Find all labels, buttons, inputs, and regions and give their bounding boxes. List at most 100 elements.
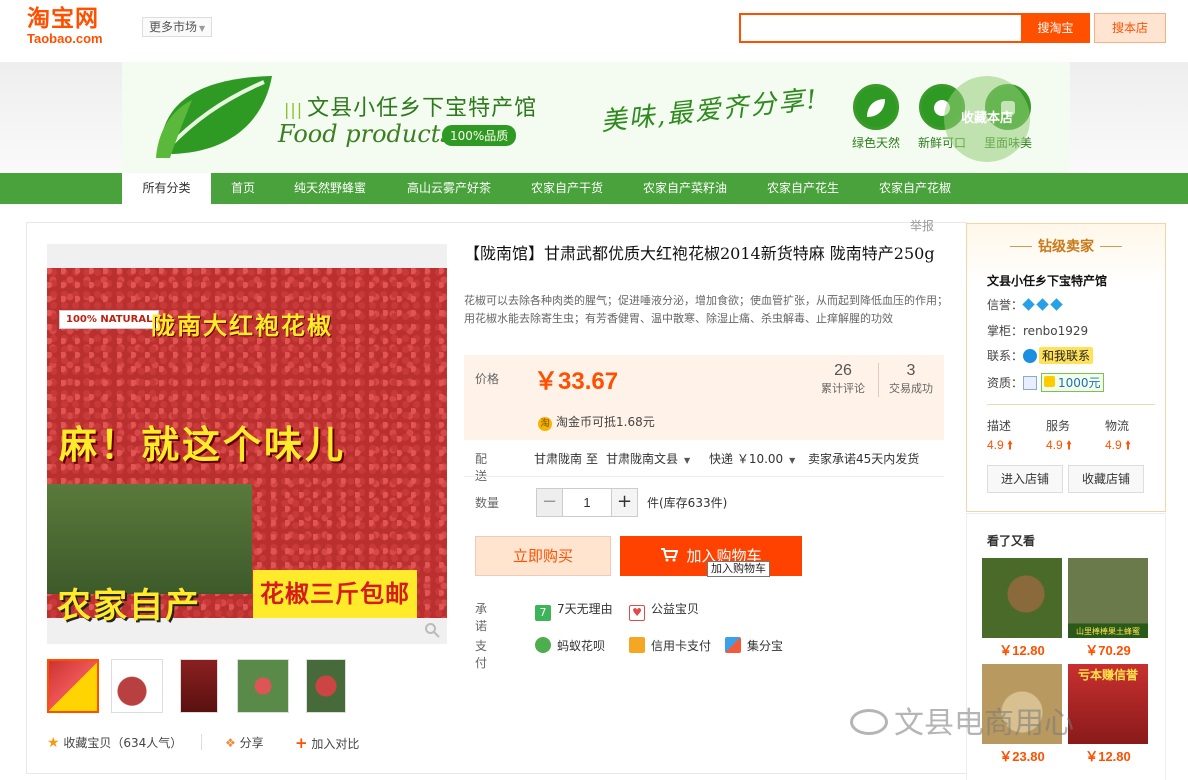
dsr-score-value: 4.9 [987,438,1004,452]
recommended-price: ￥12.80 [999,643,1045,658]
caret-down-icon: ▼ [789,456,796,465]
huabei-icon [535,637,551,653]
cart-icon [660,537,679,562]
thumbnail[interactable] [237,659,289,713]
more-market-label: 更多市场 [149,20,198,34]
favorite-store-badge[interactable]: 收藏本店 [944,76,1030,162]
dsr-score-value: 4.9 [1105,438,1122,452]
quantity-label: 数量 [475,496,500,510]
share-link[interactable]: ❖ 分享 [225,734,264,751]
taojinbi-row: 淘淘金币可抵1.68元 [538,413,655,431]
search-input[interactable] [739,13,1021,43]
plus-icon: + [295,734,308,752]
divider [201,734,202,750]
logo-cn: 淘宝网 [27,6,99,32]
logo-en: Taobao.com [27,31,103,46]
ship-from: 甘肃陇南 [534,452,583,466]
heart-icon: ♥ [629,605,645,621]
ship-method-dropdown[interactable]: 快递 ￥10.00 ▼ [709,450,795,467]
charity-item[interactable]: ♥ 公益宝贝 [629,600,699,621]
contact-row: 联系： 和我联系 [987,347,1094,364]
diamond-icon [1050,298,1063,311]
quantity-decrease-button[interactable]: − [536,488,563,517]
thumbnail[interactable] [306,659,346,713]
payment-label: 支付 [475,639,488,670]
nav-item-sichuan-pepper[interactable]: 农家自产花椒 [879,173,951,204]
dsr-logistics: 物流 4.9 🠙 [1105,417,1131,457]
search-taobao-button[interactable]: 搜淘宝 [1021,13,1090,43]
huabei-item[interactable]: 蚂蚁花呗 [535,637,605,654]
arrow-up-icon: 🠙 [1066,438,1073,452]
nav-item-tea[interactable]: 高山云雾产好茶 [407,173,491,204]
ship-to-word: 至 [586,452,599,466]
huabei-label: 蚂蚁花呗 [557,639,606,653]
credit-row: 信誉： [987,296,1065,313]
id-verified-icon[interactable] [1023,376,1038,390]
coin-text: 淘金币可抵1.68元 [556,415,655,429]
search-shop-button[interactable]: 搜本店 [1094,13,1166,43]
nav-item-dried-goods[interactable]: 农家自产干货 [531,173,603,204]
thumbnail[interactable] [180,659,218,713]
arrow-up-icon: 🠙 [1007,438,1014,452]
shop-banner: ||| 文县小任乡下宝特产馆 Food products 100%品质 美味,最爱… [122,62,1070,173]
stock-text: 件(库存633件) [647,496,728,510]
owner-name[interactable]: renbo1929 [1023,324,1088,338]
enter-store-button[interactable]: 进入店铺 [987,465,1063,493]
seven-day-return[interactable]: 7 7天无理由 [535,600,613,621]
shop-name-english: Food products [278,120,453,148]
quantity-input[interactable] [563,488,611,517]
credit-card-item[interactable]: 信用卡支付 [629,637,711,654]
credit-card-label: 信用卡支付 [651,639,712,653]
add-compare-link[interactable]: + 加入对比 [295,734,359,752]
thumbnail[interactable] [111,659,163,713]
share-icon: ❖ [225,736,236,750]
seller-panel: 钻级卖家 文县小任乡下宝特产馆 信誉： 掌柜：renbo1929 联系： 和我联系… [966,223,1166,512]
favorite-item-link[interactable]: ★ 收藏宝贝（634人气） [47,734,182,751]
diamond-icon [1022,298,1035,311]
taobao-logo[interactable]: 淘宝网 Taobao.com [27,6,123,50]
wangwang-icon [1023,349,1038,363]
divider [987,404,1155,405]
seller-rank-text: 钻级卖家 [1038,239,1094,255]
main-product-image[interactable]: 100% NATURAL 陇南大红袍花椒 麻！就这个味儿 农家自产 花椒三斤包邮 [47,244,447,644]
nav-item-honey[interactable]: 纯天然野蜂蜜 [294,173,366,204]
ship-destination-dropdown[interactable]: 甘肃陇南文县 ▼ [606,450,690,467]
shop-name-text: 文县小任乡下宝特产馆 [307,96,538,121]
seller-rank: 钻级卖家 [967,236,1165,256]
contact-seller-button[interactable]: 和我联系 [1039,347,1094,364]
jifenbao-item[interactable]: 集分宝 [725,637,783,654]
deposit-badge[interactable]: 1000元 [1041,373,1104,392]
promise-label: 承诺 [475,602,488,633]
quantity-increase-button[interactable]: + [611,488,638,517]
recommended-item[interactable]: ￥12.80 [982,558,1062,659]
credit-label: 信誉： [987,298,1024,312]
image-headline: 陇南大红袍花椒 [151,312,333,340]
dsr-service: 服务 4.9 🠙 [1046,417,1072,457]
recommended-item[interactable]: 山里棒棒果土蜂蜜 ￥70.29 [1068,558,1148,659]
nav-item-rapeseed-oil[interactable]: 农家自产菜籽油 [643,173,727,204]
image-promo-text: 花椒三斤包邮 [253,570,417,618]
see-also-title: 看了又看 [987,534,1036,548]
thumbnail[interactable] [47,659,99,713]
nav-item-all-categories[interactable]: 所有分类 [122,173,211,204]
reviews-label: 累计评论 [821,382,865,395]
nav-item-peanuts[interactable]: 农家自产花生 [767,173,839,204]
reviews-stat[interactable]: 26 累计评论 [810,362,876,396]
dsr-description: 描述 4.9 🠙 [987,417,1013,457]
nav-item-home[interactable]: 首页 [231,173,255,204]
qualification-row: 资质： 1000元 [987,373,1104,392]
seller-name[interactable]: 文县小任乡下宝特产馆 [987,272,1107,289]
more-market-dropdown[interactable]: 更多市场 ▼ [142,17,213,37]
caret-down-icon: ▼ [684,456,691,465]
add-to-cart-tooltip: 加入购物车 [707,561,770,577]
divider [1010,246,1032,247]
trades-stat: 3 交易成功 [878,362,944,396]
zoom-icon[interactable] [424,622,440,638]
price-label: 价格 [475,372,500,386]
dsr-name: 物流 [1105,419,1130,433]
recommended-caption: 山里棒棒果土蜂蜜 [1076,627,1140,636]
buy-now-button[interactable]: 立即购买 [475,536,611,576]
recommended-image: 山里棒棒果土蜂蜜 [1068,558,1148,638]
report-link[interactable]: 举报 [910,217,934,234]
favorite-store-button[interactable]: 收藏店铺 [1068,465,1144,493]
